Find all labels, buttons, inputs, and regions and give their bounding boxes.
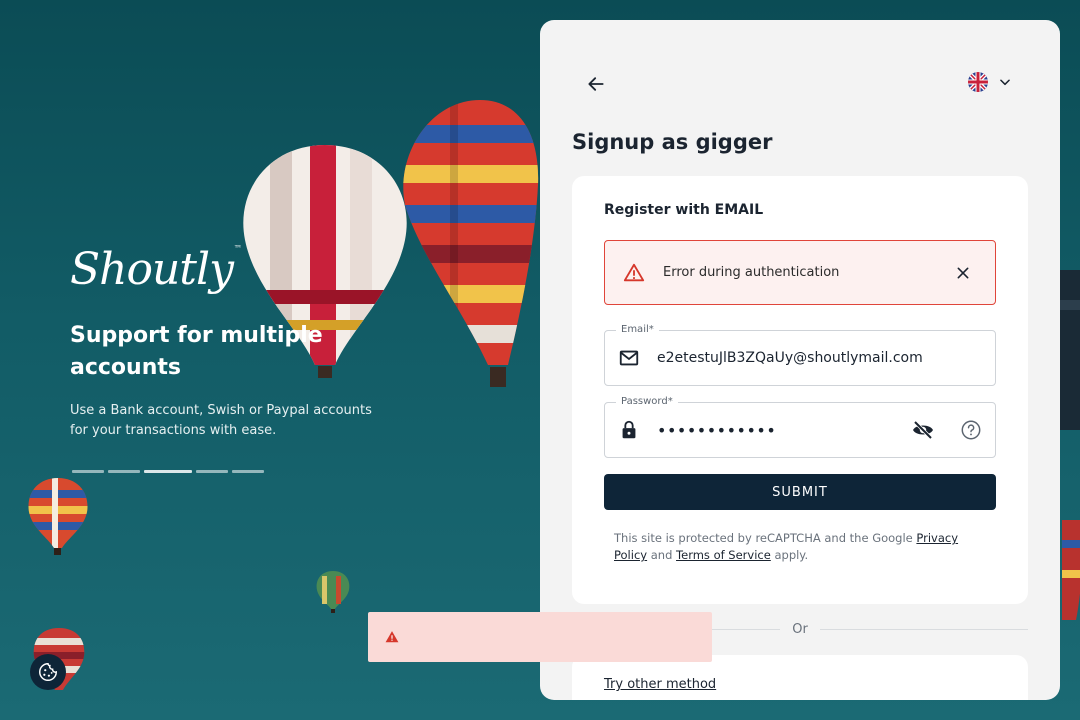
shoutly-logo: Shoutly™	[70, 244, 242, 295]
trademark-mark: ™	[233, 244, 242, 253]
cookie-settings-button[interactable]	[30, 654, 66, 690]
password-label: Password*	[616, 395, 678, 409]
help-circle-icon	[961, 420, 981, 440]
password-field[interactable]: Password* ••••••••••••	[604, 395, 996, 458]
email-input[interactable]: e2etestuJlB3ZQaUy@shoutlymail.com	[657, 350, 995, 366]
divider-text: Or	[792, 622, 808, 637]
toggle-password-visibility-button[interactable]	[911, 418, 935, 442]
carousel-dot-active[interactable]	[144, 470, 192, 473]
balloon-illustration	[316, 571, 350, 613]
lock-icon	[617, 418, 641, 442]
divider-line	[819, 629, 1029, 630]
close-icon	[957, 267, 969, 278]
carousel-dot[interactable]	[232, 470, 264, 473]
recaptcha-suffix: apply.	[770, 548, 809, 562]
balloon-illustration	[28, 478, 88, 555]
carousel-dot[interactable]	[196, 470, 228, 473]
error-alert: Error during authentication	[604, 240, 996, 305]
warning-icon	[385, 631, 399, 643]
recaptcha-prefix: This site is protected by reCAPTCHA and …	[614, 531, 917, 545]
hero-description: Use a Bank account, Swish or Paypal acco…	[70, 403, 372, 438]
mail-icon	[617, 346, 641, 370]
error-toast	[368, 612, 712, 662]
dismiss-alert-button[interactable]	[951, 261, 975, 285]
warning-icon	[623, 263, 645, 281]
language-selector[interactable]	[968, 72, 1012, 92]
password-input[interactable]: ••••••••••••	[657, 421, 911, 440]
back-button[interactable]	[584, 72, 608, 96]
email-signup-card: Register with EMAIL Error during authent…	[572, 176, 1028, 604]
carousel-dot[interactable]	[72, 470, 104, 473]
carousel-dot[interactable]	[108, 470, 140, 473]
email-label: Email*	[616, 323, 659, 337]
signup-panel: Signup as gigger Register with EMAIL Err…	[540, 20, 1060, 700]
email-field[interactable]: Email* e2etestuJlB3ZQaUy@shoutlymail.com	[604, 323, 996, 386]
terms-of-service-link[interactable]: Terms of Service	[676, 548, 771, 562]
cookie-icon	[39, 663, 57, 681]
chevron-down-icon	[1000, 79, 1010, 86]
balloon-illustration	[1058, 270, 1080, 430]
arrow-left-icon	[588, 77, 604, 91]
eye-off-icon	[913, 420, 933, 440]
balloon-illustration	[403, 100, 539, 387]
submit-button[interactable]: SUBMIT	[604, 474, 996, 510]
balloon-illustration	[1062, 520, 1080, 620]
uk-flag-icon	[968, 72, 988, 92]
recaptcha-notice: This site is protected by reCAPTCHA and …	[614, 530, 984, 564]
error-message: Error during authentication	[663, 265, 840, 280]
logo-text: Shoutly	[70, 244, 234, 295]
page-title: Signup as gigger	[572, 130, 773, 154]
hero-title: Support for multiple accounts	[70, 323, 323, 380]
password-help-button[interactable]	[959, 418, 983, 442]
try-other-method-link[interactable]: Try other method	[604, 677, 716, 692]
recaptcha-middle: and	[647, 548, 677, 562]
card-heading: Register with EMAIL	[604, 202, 764, 218]
carousel-indicators	[72, 470, 264, 473]
